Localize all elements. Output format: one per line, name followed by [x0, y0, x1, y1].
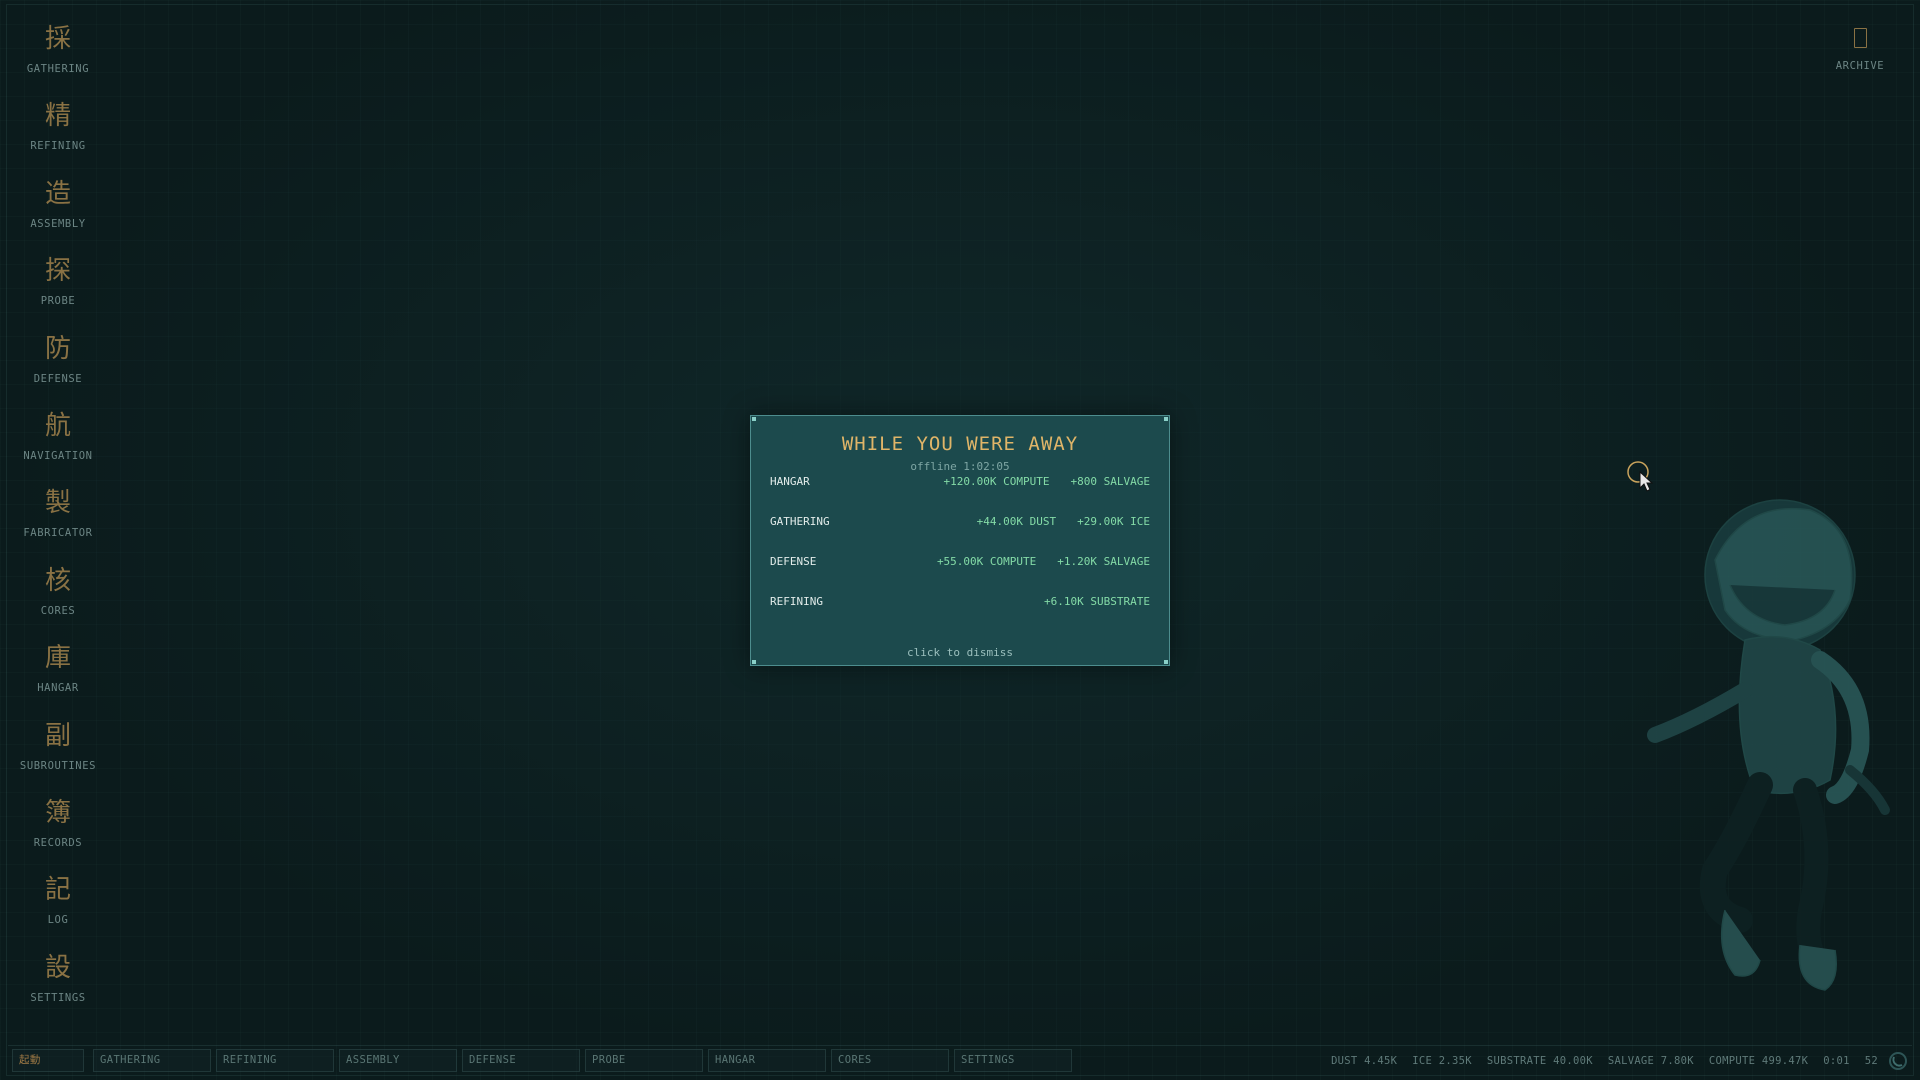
sidebar-glyph-icon: 製 — [44, 488, 71, 519]
stat-time: 0:01 — [1823, 1055, 1850, 1067]
gain-value: +800 SALVAGE — [1070, 474, 1150, 488]
gain-value: +29.00K ICE — [1077, 514, 1150, 528]
corner-mark — [752, 417, 756, 421]
sidebar-item-refining[interactable]: 精 REFINING — [8, 101, 108, 178]
tab-probe[interactable]: PROBE — [585, 1049, 703, 1072]
corner-mark — [1164, 417, 1168, 421]
sidebar-item-label: FABRICATOR — [23, 527, 93, 540]
gain-row-label: REFINING — [770, 594, 823, 608]
sidebar-glyph-icon: 精 — [44, 101, 71, 132]
sidebar-item-label: REFINING — [30, 140, 86, 153]
game-screen: 採 GATHERING 精 REFINING 造 ASSEMBLY 探 PROBE 防 DEFEN… — [0, 0, 1920, 1080]
sidebar: 採 GATHERING 精 REFINING 造 ASSEMBLY 探 PROBE 防 DEFEN… — [8, 24, 108, 1030]
start-button[interactable]: 起動 — [12, 1049, 84, 1072]
gain-value: +44.00K DUST — [976, 514, 1057, 528]
sidebar-item-assembly[interactable]: 造 ASSEMBLY — [8, 179, 108, 256]
sidebar-item-settings[interactable]: 設 SETTINGS — [8, 953, 108, 1030]
sidebar-item-probe[interactable]: 探 PROBE — [8, 256, 108, 333]
sidebar-item-label: PROBE — [40, 295, 76, 308]
tab-gathering[interactable]: GATHERING — [93, 1049, 211, 1072]
sidebar-glyph-icon: 核 — [44, 565, 71, 596]
archive-button[interactable]: ARCHIVE — [1830, 28, 1890, 72]
gain-row: GATHERING +44.00K DUST +29.00K ICE — [770, 513, 1150, 529]
bottom-bar: 起動 GATHERING REFINING ASSEMBLY DEFENSE PROBE H… — [8, 1045, 1912, 1076]
character-illustration — [1647, 499, 1890, 991]
gain-row: REFINING +6.10K SUBSTRATE — [770, 593, 1150, 609]
dialog-title: WHILE YOU WERE AWAY — [841, 433, 1079, 455]
sidebar-item-label: DEFENSE — [33, 372, 83, 385]
sidebar-glyph-icon: 造 — [44, 178, 71, 209]
stat-substrate: SUBSTRATE 40.00K — [1486, 1055, 1593, 1067]
sidebar-glyph-icon: 採 — [44, 24, 71, 54]
archive-label: ARCHIVE — [1835, 60, 1885, 72]
sidebar-item-fabricator[interactable]: 製 FABRICATOR — [8, 488, 108, 565]
sidebar-glyph-icon: 航 — [44, 410, 71, 441]
gain-row-label: DEFENSE — [770, 554, 817, 568]
sidebar-item-navigation[interactable]: 航 NAVIGATION — [8, 411, 108, 488]
corner-mark — [752, 660, 756, 664]
tab-refining[interactable]: REFINING — [216, 1049, 334, 1072]
gain-value: +1.20K SALVAGE — [1057, 554, 1150, 568]
sidebar-item-label: SUBROUTINES — [19, 759, 97, 772]
sidebar-item-label: RECORDS — [33, 836, 83, 849]
dismiss-hint[interactable]: click to dismiss — [751, 646, 1169, 659]
gain-row: DEFENSE +55.00K COMPUTE +1.20K SALVAGE — [770, 553, 1150, 569]
gain-row-label: GATHERING — [770, 514, 830, 528]
sidebar-glyph-icon: 庫 — [44, 643, 71, 674]
sidebar-glyph-icon: 設 — [44, 952, 71, 983]
sidebar-item-label: HANGAR — [37, 682, 79, 695]
sidebar-item-subroutines[interactable]: 副 SUBROUTINES — [8, 721, 108, 798]
stat-salvage: SALVAGE 7.80K — [1607, 1055, 1694, 1067]
gain-value: +6.10K SUBSTRATE — [1044, 594, 1150, 608]
sidebar-item-label: NAVIGATION — [23, 449, 93, 462]
offline-progress-dialog[interactable]: WHILE YOU WERE AWAY offline 1:02:05 HANG… — [750, 415, 1170, 666]
tab-cores[interactable]: CORES — [831, 1049, 949, 1072]
stat-extra: 52 — [1864, 1055, 1878, 1067]
sidebar-item-defense[interactable]: 防 DEFENSE — [8, 334, 108, 411]
tab-settings[interactable]: SETTINGS — [954, 1049, 1072, 1072]
offline-duration: offline 1:02:05 — [910, 460, 1010, 473]
tab-assembly[interactable]: ASSEMBLY — [339, 1049, 457, 1072]
sidebar-item-label: SETTINGS — [30, 991, 86, 1004]
moon-icon[interactable] — [1886, 1050, 1910, 1072]
sidebar-item-hangar[interactable]: 庫 HANGAR — [8, 643, 108, 720]
gain-value: +55.00K COMPUTE — [936, 554, 1037, 568]
sidebar-glyph-icon: 簿 — [44, 797, 71, 828]
sidebar-item-gathering[interactable]: 採 GATHERING — [8, 24, 108, 101]
sidebar-item-label: ASSEMBLY — [30, 217, 86, 230]
gain-row: HANGAR +120.00K COMPUTE +800 SALVAGE — [770, 473, 1150, 489]
sidebar-glyph-icon: 副 — [44, 720, 71, 751]
stat-ice: ICE 2.35K — [1412, 1055, 1472, 1067]
stat-compute: COMPUTE 499.47K — [1708, 1055, 1809, 1067]
sidebar-glyph-icon: 防 — [44, 333, 71, 364]
archive-box-icon — [1853, 28, 1867, 48]
stat-dust: DUST 4.45K — [1331, 1055, 1398, 1067]
sidebar-item-cores[interactable]: 核 CORES — [8, 566, 108, 643]
sidebar-item-label: GATHERING — [26, 63, 90, 75]
sidebar-glyph-icon: 記 — [44, 875, 71, 906]
gain-value: +120.00K COMPUTE — [943, 474, 1050, 488]
gain-row-label: HANGAR — [770, 474, 810, 488]
resource-stats: DUST 4.45K ICE 2.35K SUBSTRATE 40.00K SA… — [1331, 1055, 1878, 1067]
sidebar-item-log[interactable]: 記 LOG — [8, 875, 108, 952]
tab-hangar[interactable]: HANGAR — [708, 1049, 826, 1072]
sidebar-item-records[interactable]: 簿 RECORDS — [8, 798, 108, 875]
corner-mark — [1164, 660, 1168, 664]
sidebar-item-label: LOG — [47, 914, 69, 927]
tab-defense[interactable]: DEFENSE — [462, 1049, 580, 1072]
cursor-icon — [1627, 461, 1654, 492]
sidebar-item-label: CORES — [40, 604, 76, 617]
sidebar-glyph-icon: 探 — [44, 256, 71, 287]
